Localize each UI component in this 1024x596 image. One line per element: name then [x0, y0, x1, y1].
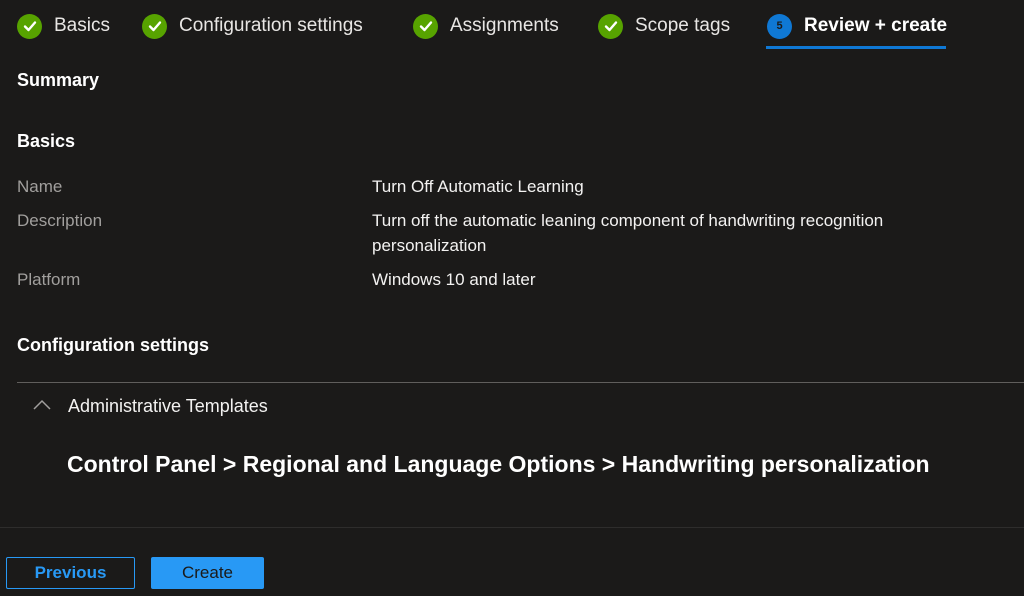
accordion-label: Administrative Templates: [68, 396, 268, 416]
tab-configuration-settings[interactable]: Configuration settings: [142, 12, 363, 40]
tab-review-create[interactable]: 5 Review + create: [767, 12, 947, 40]
check-icon: [598, 13, 623, 39]
summary-heading: Summary: [17, 70, 100, 90]
configuration-settings-heading: Configuration settings: [17, 335, 209, 355]
check-icon: [142, 13, 167, 39]
field-value-name: Turn Off Automatic Learning: [372, 177, 584, 196]
check-icon: [413, 13, 438, 39]
tab-scope-tags[interactable]: Scope tags: [598, 12, 730, 40]
setting-path: Control Panel > Regional and Language Op…: [67, 451, 930, 477]
tab-assignments[interactable]: Assignments: [413, 12, 559, 40]
create-button[interactable]: Create: [151, 557, 264, 589]
tab-label: Assignments: [450, 15, 559, 36]
footer-divider: [0, 527, 1024, 528]
tab-label: Configuration settings: [179, 15, 363, 36]
previous-button[interactable]: Previous: [6, 557, 135, 589]
step-number-badge: 5: [767, 13, 792, 39]
tab-basics[interactable]: Basics: [17, 12, 110, 40]
divider: [17, 382, 1024, 383]
field-value-description: Turn off the automatic leaning component…: [372, 211, 884, 255]
field-label-platform: Platform: [17, 270, 81, 289]
tab-label: Basics: [54, 15, 110, 36]
chevron-up-icon: [32, 398, 52, 416]
field-value-platform: Windows 10 and later: [372, 270, 536, 289]
tab-label: Scope tags: [635, 15, 731, 36]
field-label-description: Description: [17, 211, 103, 230]
tab-label: Review + create: [804, 15, 948, 36]
field-label-name: Name: [17, 177, 63, 196]
wizard-steps: Basics Configuration settings Assignment…: [0, 0, 1024, 52]
basics-heading: Basics: [17, 131, 76, 151]
active-tab-indicator: [766, 46, 946, 49]
check-icon: [17, 13, 42, 39]
accordion-administrative-templates[interactable]: Administrative Templates: [32, 396, 268, 417]
